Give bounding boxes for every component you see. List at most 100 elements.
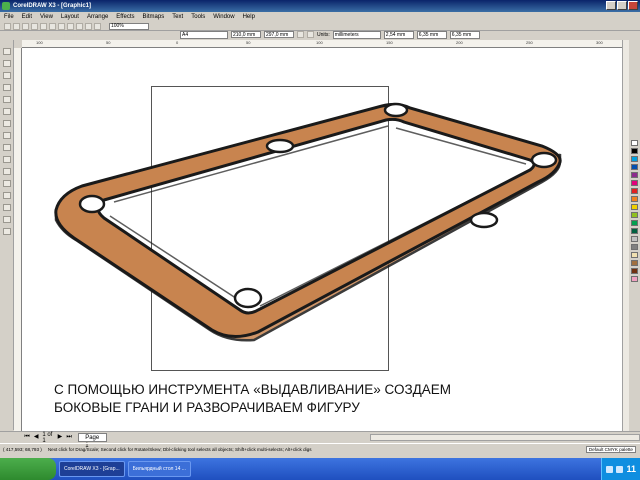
pocket xyxy=(233,287,263,309)
taskbar-item-coreldraw[interactable]: CorelDRAW X3 - [Grap... xyxy=(59,461,125,477)
page-height-stack: 297,0 mm xyxy=(264,31,294,38)
menu-effects[interactable]: Effects xyxy=(116,14,134,20)
color-swatch[interactable] xyxy=(631,268,638,274)
nudge-distance-field[interactable]: 2,54 mm xyxy=(383,30,414,39)
ellipse-tool-icon[interactable] xyxy=(3,132,11,139)
shape-tool-icon[interactable] xyxy=(3,60,11,67)
color-swatch[interactable] xyxy=(631,148,638,154)
page-width-field[interactable]: 210,0 mm xyxy=(231,31,261,38)
ruler-tick-label: 50 xyxy=(246,40,251,45)
volume-icon[interactable] xyxy=(616,465,624,473)
fill-tool-icon[interactable] xyxy=(3,228,11,235)
page-navigator: ⏮ ◀ 1 of 1 ▶ ⏭ Page 1 xyxy=(0,431,640,449)
portrait-icon[interactable] xyxy=(297,31,304,38)
clock[interactable]: 11 xyxy=(626,464,636,474)
menu-bitmaps[interactable]: Bitmaps xyxy=(143,14,165,20)
pick-tool-icon[interactable] xyxy=(3,48,11,55)
color-swatch[interactable] xyxy=(631,164,638,170)
color-swatch[interactable] xyxy=(631,260,638,266)
status-hint: Next click for Drag/Scale; Second click … xyxy=(47,447,312,452)
polygon-tool-icon[interactable] xyxy=(3,144,11,151)
duplicate-x-field[interactable]: 6,35 mm xyxy=(416,30,447,39)
billiard-table-drawing[interactable] xyxy=(22,48,622,431)
menu-edit[interactable]: Edit xyxy=(22,14,32,20)
coreldraw-app-icon xyxy=(2,2,10,10)
menu-file[interactable]: File xyxy=(4,14,14,20)
color-swatch[interactable] xyxy=(631,156,638,162)
interactive-blend-tool-icon[interactable] xyxy=(3,192,11,199)
pocket xyxy=(78,194,106,214)
page-tab-1[interactable]: Page 1 xyxy=(78,433,107,449)
minimize-button[interactable] xyxy=(606,1,616,10)
cursor-coordinates: ( 417,593; 68,793 ) xyxy=(3,447,42,452)
menu-arrange[interactable]: Arrange xyxy=(87,14,108,20)
text-tool-icon[interactable] xyxy=(3,168,11,175)
smart-fill-tool-icon[interactable] xyxy=(3,108,11,115)
status-bar: ( 417,593; 68,793 ) Next click for Drag/… xyxy=(0,443,640,455)
start-button[interactable] xyxy=(0,458,56,480)
close-button[interactable] xyxy=(628,1,638,10)
menu-help[interactable]: Help xyxy=(243,14,255,20)
basic-shapes-tool-icon[interactable] xyxy=(3,156,11,163)
vertical-ruler[interactable] xyxy=(14,48,22,431)
freehand-tool-icon[interactable] xyxy=(3,96,11,103)
slide-caption: С ПОМОЩЬЮ ИНСТРУМЕНТА «ВЫДАВЛИВАНИЕ» СОЗ… xyxy=(54,381,594,417)
ruler-tick-label: 250 xyxy=(526,40,533,45)
taskbar-item-document[interactable]: Бильярдный стол 14 ... xyxy=(127,461,191,477)
caption-line-2: БОКОВЫЕ ГРАНИ И РАЗВОРАЧИВАЕМ ФИГУРУ xyxy=(54,400,360,415)
color-swatch[interactable] xyxy=(631,188,638,194)
window-controls xyxy=(606,1,638,10)
vertical-scrollbar[interactable] xyxy=(622,40,629,431)
color-swatch[interactable] xyxy=(631,244,638,250)
maximize-button[interactable] xyxy=(617,1,627,10)
property-bar: A4 210,0 mm 297,0 mm Units: millimeters … xyxy=(0,29,640,40)
units-label: Units: xyxy=(317,31,330,38)
palette-name[interactable]: Default CMYK palette xyxy=(585,446,636,453)
units-dropdown[interactable]: millimeters xyxy=(332,30,381,39)
toolbox xyxy=(0,40,14,430)
network-icon[interactable] xyxy=(606,465,614,473)
paper-size-dropdown[interactable]: A4 xyxy=(180,30,228,39)
system-tray: 11 xyxy=(601,458,640,480)
page-count: 1 of 1 xyxy=(42,431,53,444)
menu-view[interactable]: View xyxy=(40,14,53,20)
color-swatch[interactable] xyxy=(631,220,638,226)
color-swatch[interactable] xyxy=(631,180,638,186)
color-swatch[interactable] xyxy=(631,140,638,146)
crop-tool-icon[interactable] xyxy=(3,72,11,79)
pocket xyxy=(265,138,295,154)
ruler-tick-label: 100 xyxy=(36,40,43,45)
first-page-icon[interactable]: ⏮ xyxy=(24,434,30,442)
color-swatch[interactable] xyxy=(631,204,638,210)
color-swatch[interactable] xyxy=(631,252,638,258)
last-page-icon[interactable]: ⏭ xyxy=(66,434,72,442)
drawing-canvas[interactable]: С ПОМОЩЬЮ ИНСТРУМЕНТА «ВЫДАВЛИВАНИЕ» СОЗ… xyxy=(22,48,622,431)
menu-text[interactable]: Text xyxy=(172,14,183,20)
zoom-tool-icon[interactable] xyxy=(3,84,11,91)
color-swatch[interactable] xyxy=(631,236,638,242)
color-swatch[interactable] xyxy=(631,228,638,234)
ruler-tick-label: 200 xyxy=(456,40,463,45)
pocket xyxy=(469,211,499,229)
landscape-icon[interactable] xyxy=(307,31,314,38)
page-height-field[interactable]: 297,0 mm xyxy=(264,31,294,38)
menu-tools[interactable]: Tools xyxy=(191,14,205,20)
prev-page-icon[interactable]: ◀ xyxy=(33,434,39,442)
ruler-tick-label: 300 xyxy=(596,40,603,45)
color-swatch[interactable] xyxy=(631,212,638,218)
menu-window[interactable]: Window xyxy=(213,14,234,20)
outline-tool-icon[interactable] xyxy=(3,216,11,223)
next-page-icon[interactable]: ▶ xyxy=(57,434,63,442)
page-dimensions: 210,0 mm xyxy=(231,31,261,38)
color-palette xyxy=(629,40,640,440)
duplicate-y-field[interactable]: 6,35 mm xyxy=(449,30,480,39)
menu-layout[interactable]: Layout xyxy=(61,14,79,20)
horizontal-scrollbar[interactable] xyxy=(369,434,640,441)
horizontal-ruler[interactable]: 100 50 0 50 100 150 200 250 300 xyxy=(22,40,622,48)
table-tool-icon[interactable] xyxy=(3,180,11,187)
rectangle-tool-icon[interactable] xyxy=(3,120,11,127)
eyedropper-tool-icon[interactable] xyxy=(3,204,11,211)
color-swatch[interactable] xyxy=(631,172,638,178)
color-swatch[interactable] xyxy=(631,196,638,202)
color-swatch[interactable] xyxy=(631,276,638,282)
